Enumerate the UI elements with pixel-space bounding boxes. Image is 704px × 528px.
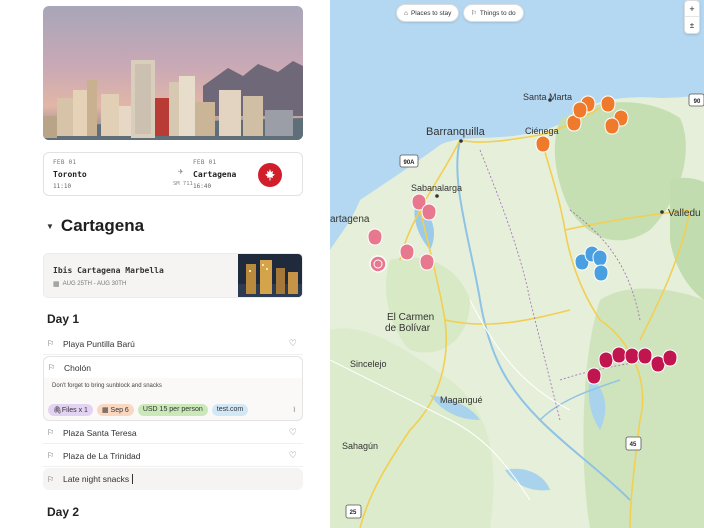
map-label-santa-marta: Santa Marta: [523, 92, 572, 102]
road-shield-25: 25: [350, 510, 357, 516]
place-name: Playa Puntilla Barú: [63, 338, 135, 349]
map-pin-blue[interactable]: [592, 249, 608, 267]
place-note[interactable]: Don't forget to bring sunblock and snack…: [52, 383, 162, 389]
cost-chip[interactable]: USD 15 per person: [137, 404, 208, 416]
flight-card[interactable]: FEB 01 Toronto 11:10 ✈ SM 711 FEB 01 Car…: [43, 152, 303, 196]
calendar-icon: ▦: [53, 281, 60, 288]
section-header[interactable]: ▼ Cartagena: [46, 216, 144, 236]
flag-icon: ⚐: [47, 451, 55, 460]
places-to-stay-label: Places to stay: [410, 9, 452, 17]
places-to-stay-tab[interactable]: ⌂ Places to stay: [396, 4, 460, 22]
airplane-icon: ✈: [178, 167, 184, 177]
map-pin-pink[interactable]: [421, 203, 437, 221]
map-pin-orange[interactable]: [600, 95, 616, 113]
itinerary-panel: FEB 01 Toronto 11:10 ✈ SM 711 FEB 01 Car…: [0, 0, 330, 528]
attach-icon[interactable]: ⌇: [293, 406, 296, 414]
map-pin-crimson[interactable]: [586, 367, 602, 385]
hotel-card[interactable]: Ibis Cartagena Marbella ▦ AUG 25TH - AUG…: [43, 253, 303, 298]
map-label-el-carmen: El Carmen: [387, 312, 434, 323]
map-label-de-bolivar: de Bolívar: [385, 323, 431, 334]
map-pin-crimson[interactable]: [611, 346, 627, 364]
road-shield-45: 45: [630, 442, 637, 448]
place-name: Plaza Santa Teresa: [63, 427, 137, 438]
map-label-valledupar: Valledu: [668, 208, 701, 219]
map-label-barranquilla: Barranquilla: [426, 126, 486, 138]
place-name: Plaza de La Trinidad: [63, 450, 141, 461]
day-heading: Day 1: [47, 312, 80, 326]
globe-pin-icon[interactable]: [369, 255, 387, 273]
heart-icon[interactable]: ♡: [289, 450, 297, 461]
paperclip-icon: 🖇: [53, 407, 62, 414]
files-chip[interactable]: 🖇Files x 1: [48, 404, 93, 416]
date-chip[interactable]: ▦ Sep 6: [96, 404, 134, 416]
map-pin-crimson[interactable]: [662, 349, 678, 367]
chip-row: 🖇Files x 1 ▦ Sep 6 USD 15 per person tes…: [48, 404, 249, 416]
flag-icon: ⚐: [47, 339, 55, 348]
map-label-magangue: Magangué: [440, 395, 483, 405]
place-name[interactable]: Late night snacks: [63, 474, 129, 484]
things-to-do-tab[interactable]: ⚐ Things to do: [463, 4, 524, 22]
date-chip-label: Sep 6: [110, 407, 129, 414]
list-item[interactable]: ⚐ Plaza de La Trinidad ♡: [43, 445, 303, 467]
map-pin-orange[interactable]: [535, 135, 551, 153]
flag-icon: ⚐: [48, 363, 56, 372]
map-pin-crimson[interactable]: [624, 347, 640, 365]
place-title-row[interactable]: ⚐ Cholón: [44, 357, 302, 378]
list-item[interactable]: ⚐ Plaza Santa Teresa ♡: [43, 422, 303, 444]
flag-icon: ⚐: [47, 474, 55, 484]
departure-date: FEB 01: [53, 159, 77, 166]
link-chip[interactable]: test.com: [211, 404, 249, 416]
place-name: Cholón: [64, 362, 91, 373]
map-pin-crimson[interactable]: [637, 347, 653, 365]
text-caret: [132, 474, 134, 484]
map-label-sahagun: Sahagún: [342, 441, 378, 451]
map-pin-pink[interactable]: [367, 228, 383, 246]
map-label-sincelejo: Sincelejo: [350, 359, 387, 369]
new-place-input[interactable]: ⚐ Late night snacks: [43, 468, 303, 490]
map-label-cienega: Ciénega: [525, 126, 559, 136]
home-icon: ⌂: [404, 9, 408, 17]
map-pin-blue[interactable]: [593, 264, 609, 282]
heart-icon[interactable]: ♡: [289, 427, 297, 438]
arrival-date: FEB 01: [193, 159, 217, 166]
day-heading: Day 2: [47, 505, 80, 519]
zoom-controls: + ±: [684, 0, 700, 34]
map-label-sabanalarga: Sabanalarga: [411, 183, 462, 193]
things-to-do-label: Things to do: [479, 9, 516, 17]
flag-icon: ⚐: [47, 428, 55, 437]
flight-number: SM 711: [173, 181, 193, 187]
hotel-name: Ibis Cartagena Marbella: [53, 266, 164, 275]
hotel-dates: AUG 25TH - AUG 30TH: [62, 281, 127, 287]
flag-icon: ⚐: [471, 10, 477, 17]
expanded-place-card[interactable]: ⚐ Cholón Don't forget to bring sunblock …: [43, 356, 303, 421]
chevron-down-icon[interactable]: ▼: [46, 222, 54, 231]
zoom-in-button[interactable]: +: [685, 1, 699, 17]
map-pin-pink[interactable]: [419, 253, 435, 271]
destination-hero-image: [43, 6, 303, 140]
arrival-time: 16:40: [193, 183, 212, 190]
map-pin-pink[interactable]: [399, 243, 415, 261]
hotel-dates-row: ▦ AUG 25TH - AUG 30TH: [53, 280, 126, 288]
road-shield-90a: 90A: [403, 160, 415, 166]
departure-time: 11:10: [53, 183, 72, 190]
airline-logo-icon: [258, 163, 282, 187]
map-label-cartagena: artagena: [330, 214, 370, 225]
heart-icon[interactable]: ♡: [289, 338, 297, 349]
list-item[interactable]: ⚐ Playa Puntilla Barú ♡: [43, 333, 303, 355]
departure-city: Toronto: [53, 170, 87, 179]
zoom-out-button[interactable]: ±: [685, 17, 699, 33]
calendar-icon: ▦: [101, 407, 109, 414]
files-chip-label: Files x 1: [61, 407, 88, 414]
map-pin-orange[interactable]: [604, 117, 620, 135]
arrival-city: Cartagena: [193, 170, 237, 179]
section-title: Cartagena: [60, 216, 145, 235]
map-view[interactable]: Santa Marta Barranquilla Ciénega Sabanal…: [330, 0, 704, 528]
map-pin-orange[interactable]: [572, 101, 588, 119]
hotel-thumbnail: [238, 254, 302, 297]
road-shield-90: 90: [694, 99, 701, 105]
map-pin-crimson[interactable]: [598, 351, 614, 369]
